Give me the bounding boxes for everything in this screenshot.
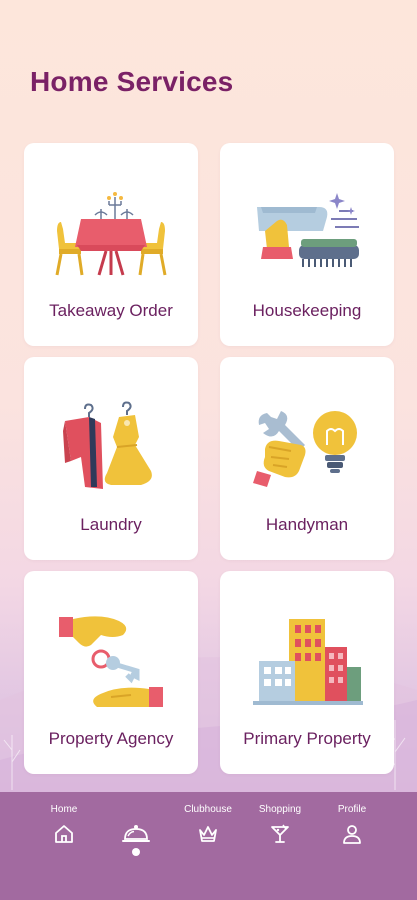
nav-label (101, 804, 171, 818)
service-label: Primary Property (243, 729, 371, 748)
clothes-icon (63, 401, 152, 489)
home-icon (55, 825, 73, 843)
service-card-handyman[interactable]: Handyman (220, 357, 394, 560)
nav-label: Shopping (258, 804, 302, 815)
crown-icon (199, 826, 217, 842)
wrench-bulb-icon (253, 411, 357, 487)
service-card-housekeeping[interactable]: Housekeeping (220, 143, 394, 346)
nav-label: Home (50, 804, 78, 815)
service-card-primary-property[interactable]: Primary Property (220, 571, 394, 774)
nav-item-shopping[interactable]: Shopping (245, 792, 315, 845)
page-title: Home Services (30, 66, 234, 97)
buildings-icon (253, 619, 363, 705)
service-label: Housekeeping (252, 301, 362, 320)
cocktail-icon (271, 824, 289, 843)
nav-item-services[interactable] (101, 792, 171, 856)
service-label: Property Agency (48, 729, 174, 748)
service-card-takeaway-order[interactable]: Takeaway Order (24, 143, 198, 346)
key-handover-icon (59, 616, 163, 707)
bottom-nav: Home Clubhouse Shopping Profile (0, 792, 417, 900)
service-card-laundry[interactable]: Laundry (24, 357, 198, 560)
active-indicator (132, 848, 140, 856)
service-label: Laundry (80, 515, 142, 534)
person-icon (343, 825, 361, 844)
nav-label: Clubhouse (184, 804, 232, 815)
services-grid: Takeaway Order Housekeeping Laundry Hand… (24, 143, 394, 774)
nav-item-profile[interactable]: Profile (317, 792, 387, 845)
service-card-property-agency[interactable]: Property Agency (24, 571, 198, 774)
dining-table-icon (55, 192, 167, 276)
service-bell-icon (122, 825, 150, 842)
nav-item-clubhouse[interactable]: Clubhouse (173, 792, 243, 845)
service-label: Takeaway Order (49, 301, 173, 320)
service-label: Handyman (265, 515, 349, 534)
nav-label: Profile (337, 804, 367, 815)
nav-item-home[interactable]: Home (29, 792, 99, 845)
cleaning-icon (257, 193, 359, 267)
